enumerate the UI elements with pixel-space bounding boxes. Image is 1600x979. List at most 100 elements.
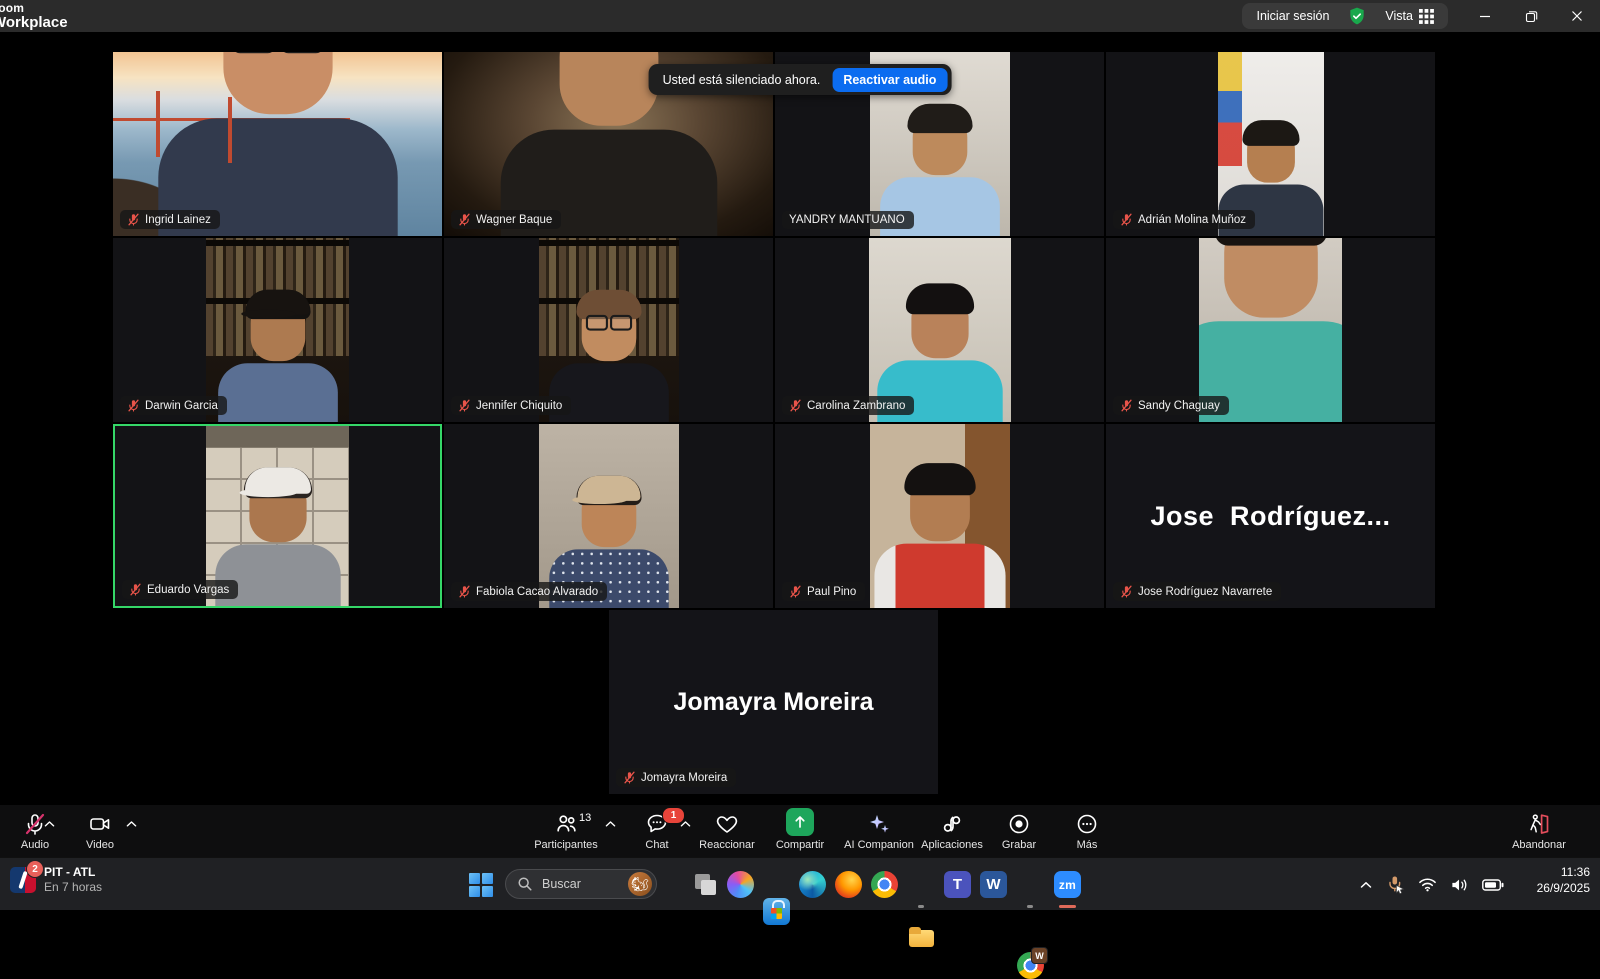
sign-in-button[interactable]: Iniciar sesión <box>1256 9 1329 23</box>
search-input[interactable] <box>540 876 621 892</box>
restore-button[interactable] <box>1508 0 1554 32</box>
chrome-icon[interactable] <box>871 871 898 898</box>
audio-options-chevron[interactable] <box>44 820 55 828</box>
participant-video <box>1106 238 1435 422</box>
participant-video <box>113 52 442 236</box>
participant-tile[interactable]: Jomayra Moreira Jomayra Moreira <box>609 610 938 794</box>
participants-chevron[interactable] <box>605 820 616 828</box>
video-options-chevron[interactable] <box>126 820 137 828</box>
minimize-button[interactable] <box>1462 0 1508 32</box>
view-button[interactable]: Vista <box>1385 9 1434 24</box>
battery-icon[interactable] <box>1482 879 1504 891</box>
mic-in-use-icon[interactable] <box>1385 875 1405 895</box>
mic-off-icon <box>129 583 142 596</box>
participant-tile[interactable]: Jose Rodríguez... Jose Rodríguez Navarre… <box>1106 424 1435 608</box>
heart-icon <box>715 812 739 836</box>
video-frame <box>870 424 1010 608</box>
video-frame <box>206 238 349 422</box>
participant-tile[interactable]: Jennifer Chiquito <box>444 238 773 422</box>
avatar-shape <box>910 470 970 541</box>
participant-nameplate: Ingrid Lainez <box>120 210 220 229</box>
video-frame <box>206 426 349 606</box>
avatar-shape <box>912 110 967 175</box>
participant-tile[interactable]: Carolina Zambrano <box>775 238 1104 422</box>
share-icon <box>786 808 814 836</box>
taskbar-search[interactable]: 🐿 <box>505 869 657 899</box>
search-icon <box>517 876 533 892</box>
participant-tile[interactable]: Paul Pino <box>775 424 1104 608</box>
zoom-app-icon[interactable]: zm <box>1054 871 1081 898</box>
file-explorer-icon[interactable] <box>908 925 935 952</box>
security-shield-icon[interactable] <box>1347 6 1367 26</box>
more-label: Más <box>1077 839 1098 851</box>
grid-view-icon <box>1419 9 1434 24</box>
participant-tile[interactable]: Darwin Garcia <box>113 238 442 422</box>
participant-nameplate: Fabiola Cacao Alvarado <box>451 582 607 601</box>
profile-badge: W <box>1031 947 1048 964</box>
participant-tile[interactable]: Ingrid Lainez <box>113 52 442 236</box>
avatar-shape <box>585 315 631 328</box>
wifi-icon[interactable] <box>1418 877 1437 892</box>
participant-name: YANDRY MANTUANO <box>789 214 905 226</box>
participant-name: Carolina Zambrano <box>807 400 905 412</box>
participants-count: 13 <box>579 812 591 824</box>
microsoft-store-icon[interactable] <box>763 898 790 925</box>
windows-taskbar: 2 PIT - ATL En 7 horas 🐿 T W W zm 11:36 … <box>0 857 1600 910</box>
copilot-icon[interactable] <box>727 871 754 898</box>
avatar <box>141 52 414 236</box>
participant-tile[interactable]: Eduardo Vargas <box>113 424 442 608</box>
video-frame <box>539 424 679 608</box>
taskbar-sports-widget[interactable]: 2 PIT - ATL En 7 horas <box>10 865 102 895</box>
avatar-shape <box>223 52 332 114</box>
ai-sparkle-icon <box>867 812 891 836</box>
video-frame <box>1218 52 1324 236</box>
leave-meeting-button[interactable]: Abandonar <box>1494 811 1584 851</box>
record-label: Grabar <box>1002 839 1036 851</box>
participant-name: Adrián Molina Muñoz <box>1138 214 1246 226</box>
participant-video <box>444 424 773 608</box>
word-icon[interactable]: W <box>980 871 1007 898</box>
snip-tool-icon[interactable] <box>692 871 719 898</box>
firefox-icon[interactable] <box>835 871 862 898</box>
mic-off-icon <box>458 399 471 412</box>
chrome-profile-icon[interactable]: W <box>1017 952 1044 979</box>
close-button[interactable] <box>1554 0 1600 32</box>
close-icon <box>1571 10 1583 22</box>
more-button[interactable]: Más <box>1042 811 1132 851</box>
volume-icon[interactable] <box>1450 877 1469 893</box>
unmute-button[interactable]: Reactivar audio <box>832 68 947 92</box>
participant-tile[interactable]: Sandy Chaguay <box>1106 238 1435 422</box>
mic-off-icon <box>1120 399 1133 412</box>
share-label: Compartir <box>776 839 824 851</box>
teams-icon[interactable]: T <box>944 871 971 898</box>
share-screen-button[interactable]: Compartir <box>755 811 845 851</box>
participant-video <box>444 238 773 422</box>
participant-tile[interactable]: Adrián Molina Muñoz <box>1106 52 1435 236</box>
meeting-toolbar: Audio Video 13 Participantes 1 Chat Reac… <box>0 805 1600 857</box>
react-label: Reaccionar <box>699 839 755 851</box>
start-button[interactable] <box>468 872 494 898</box>
edge-icon[interactable] <box>799 871 826 898</box>
participant-video <box>113 238 442 422</box>
participant-nameplate: Sandy Chaguay <box>1113 396 1229 415</box>
participant-nameplate: Wagner Baque <box>451 210 561 229</box>
avatar-shape <box>577 476 640 501</box>
muted-notification-banner: Usted está silenciado ahora. Reactivar a… <box>649 64 952 95</box>
participant-name: Jomayra Moreira <box>641 772 727 784</box>
avatar-shape <box>1224 238 1318 318</box>
participants-button[interactable]: 13 Participantes <box>521 811 611 851</box>
zoom-workplace-logo: zoom Workplace <box>0 2 68 30</box>
clock-date: 26/9/2025 <box>1537 881 1590 897</box>
tray-overflow-chevron[interactable] <box>1360 881 1372 889</box>
participant-nameplate: Jose Rodríguez Navarrete <box>1113 582 1281 601</box>
video-button[interactable]: Video <box>55 811 145 851</box>
taskbar-clock[interactable]: 11:36 26/9/2025 <box>1537 865 1590 896</box>
record-icon <box>1007 812 1031 836</box>
participant-tile[interactable]: Fabiola Cacao Alvarado <box>444 424 773 608</box>
mic-off-icon <box>127 213 140 226</box>
participant-video <box>775 238 1104 422</box>
mic-off-icon <box>789 585 802 598</box>
mic-off-icon <box>1120 213 1133 226</box>
participant-display-name: Jose Rodríguez... <box>1106 424 1435 608</box>
chat-chevron[interactable] <box>680 820 691 828</box>
